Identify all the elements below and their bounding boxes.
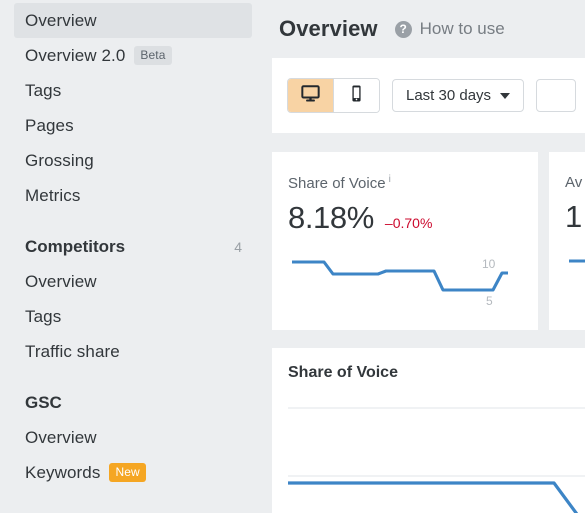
sparkline-tick-lower: 5 (486, 294, 493, 308)
sidebar-item-overview[interactable]: Overview (14, 3, 252, 38)
kpi-title-label: Av (565, 174, 583, 191)
sidebar-item-label: Keywords (25, 462, 101, 482)
kpi-value: 1 (565, 199, 582, 234)
kpi-title: Av (565, 174, 585, 191)
sidebar-item-label: Grossing (25, 150, 94, 170)
mobile-phone-icon (347, 84, 366, 108)
page-header: Overview ? How to use (266, 0, 585, 58)
kpi-delta: –0.70% (384, 215, 433, 231)
sidebar-item-label: Traffic share (25, 341, 120, 361)
sidebar-item-overview-2-0[interactable]: Overview 2.0 Beta (14, 38, 252, 73)
sidebar-section-competitors: Competitors 4 (14, 229, 252, 264)
toolbar-panel: Last 30 days (272, 58, 585, 133)
sidebar-item-competitors-overview[interactable]: Overview (14, 264, 252, 299)
date-range-button[interactable]: Last 30 days (392, 79, 525, 112)
sidebar-item-grossing[interactable]: Grossing (14, 143, 252, 178)
sidebar-item-competitors-tags[interactable]: Tags (14, 299, 252, 334)
sidebar-item-label: Metrics (25, 185, 81, 205)
main-content: Overview ? How to use Last 30 days Share… (266, 0, 585, 513)
sidebar-item-gsc-keywords[interactable]: Keywords New (14, 455, 252, 490)
info-icon[interactable]: i (389, 174, 391, 185)
sidebar-item-label: Overview (25, 10, 97, 30)
kpi-title-label: Share of Voice (288, 175, 386, 192)
share-of-voice-chart-card: Share of Voice (272, 348, 585, 513)
sparkline-tick-upper: 10 (482, 257, 496, 271)
sidebar-item-metrics[interactable]: Metrics (14, 178, 252, 213)
sidebar-item-label: Overview (25, 427, 97, 447)
new-badge: New (109, 463, 146, 482)
sidebar-section-gsc: GSC (14, 385, 252, 420)
sidebar: Overview Overview 2.0 Beta Tags Pages Gr… (0, 0, 266, 513)
kpi-card-share-of-voice: Share of Voice i 8.18% –0.70% 10 5 (272, 152, 538, 330)
app-root: Overview Overview 2.0 Beta Tags Pages Gr… (0, 0, 585, 513)
kpi-value-row: 8.18% –0.70% (288, 200, 538, 236)
device-toggle-mobile[interactable] (333, 79, 379, 112)
sidebar-item-pages[interactable]: Pages (14, 108, 252, 143)
sidebar-item-label: Pages (25, 115, 74, 135)
sidebar-item-traffic-share[interactable]: Traffic share (14, 334, 252, 369)
toolbar-overflow-button[interactable] (536, 79, 577, 112)
chart-heading: Share of Voice (288, 364, 398, 381)
sidebar-item-label: Tags (25, 306, 62, 326)
sidebar-section-label: GSC (25, 392, 62, 412)
device-toggle-group (287, 78, 380, 113)
kpi-card-row: Share of Voice i 8.18% –0.70% 10 5 Av 1 (272, 152, 585, 330)
sidebar-section-count: 4 (234, 238, 242, 255)
chart-plot-area[interactable] (272, 395, 585, 513)
date-range-label: Last 30 days (406, 87, 492, 104)
kpi-sparkline: 10 5 (288, 245, 538, 320)
beta-badge: Beta (134, 46, 172, 65)
sidebar-item-gsc-overview[interactable]: Overview (14, 420, 252, 455)
desktop-monitor-icon (301, 84, 320, 108)
kpi-title: Share of Voice i (288, 174, 538, 192)
chevron-down-icon (500, 92, 511, 99)
kpi-sparkline (565, 244, 585, 319)
sidebar-item-label: Overview (25, 271, 97, 291)
device-toggle-desktop[interactable] (288, 79, 333, 112)
sidebar-section-label: Competitors (25, 236, 126, 256)
how-to-use-label: How to use (419, 19, 505, 38)
kpi-card-average: Av 1 (549, 152, 585, 330)
help-circle-icon: ? (394, 20, 412, 38)
kpi-value-row: 1 (565, 199, 585, 235)
sidebar-item-label: Tags (25, 80, 62, 100)
sidebar-item-label: Overview 2.0 (25, 45, 126, 65)
kpi-value: 8.18% (288, 200, 374, 235)
how-to-use-link[interactable]: ? How to use (394, 19, 505, 39)
chart-line-share-of-voice (288, 481, 579, 513)
page-title: Overview (279, 16, 378, 41)
sidebar-item-tags[interactable]: Tags (14, 73, 252, 108)
